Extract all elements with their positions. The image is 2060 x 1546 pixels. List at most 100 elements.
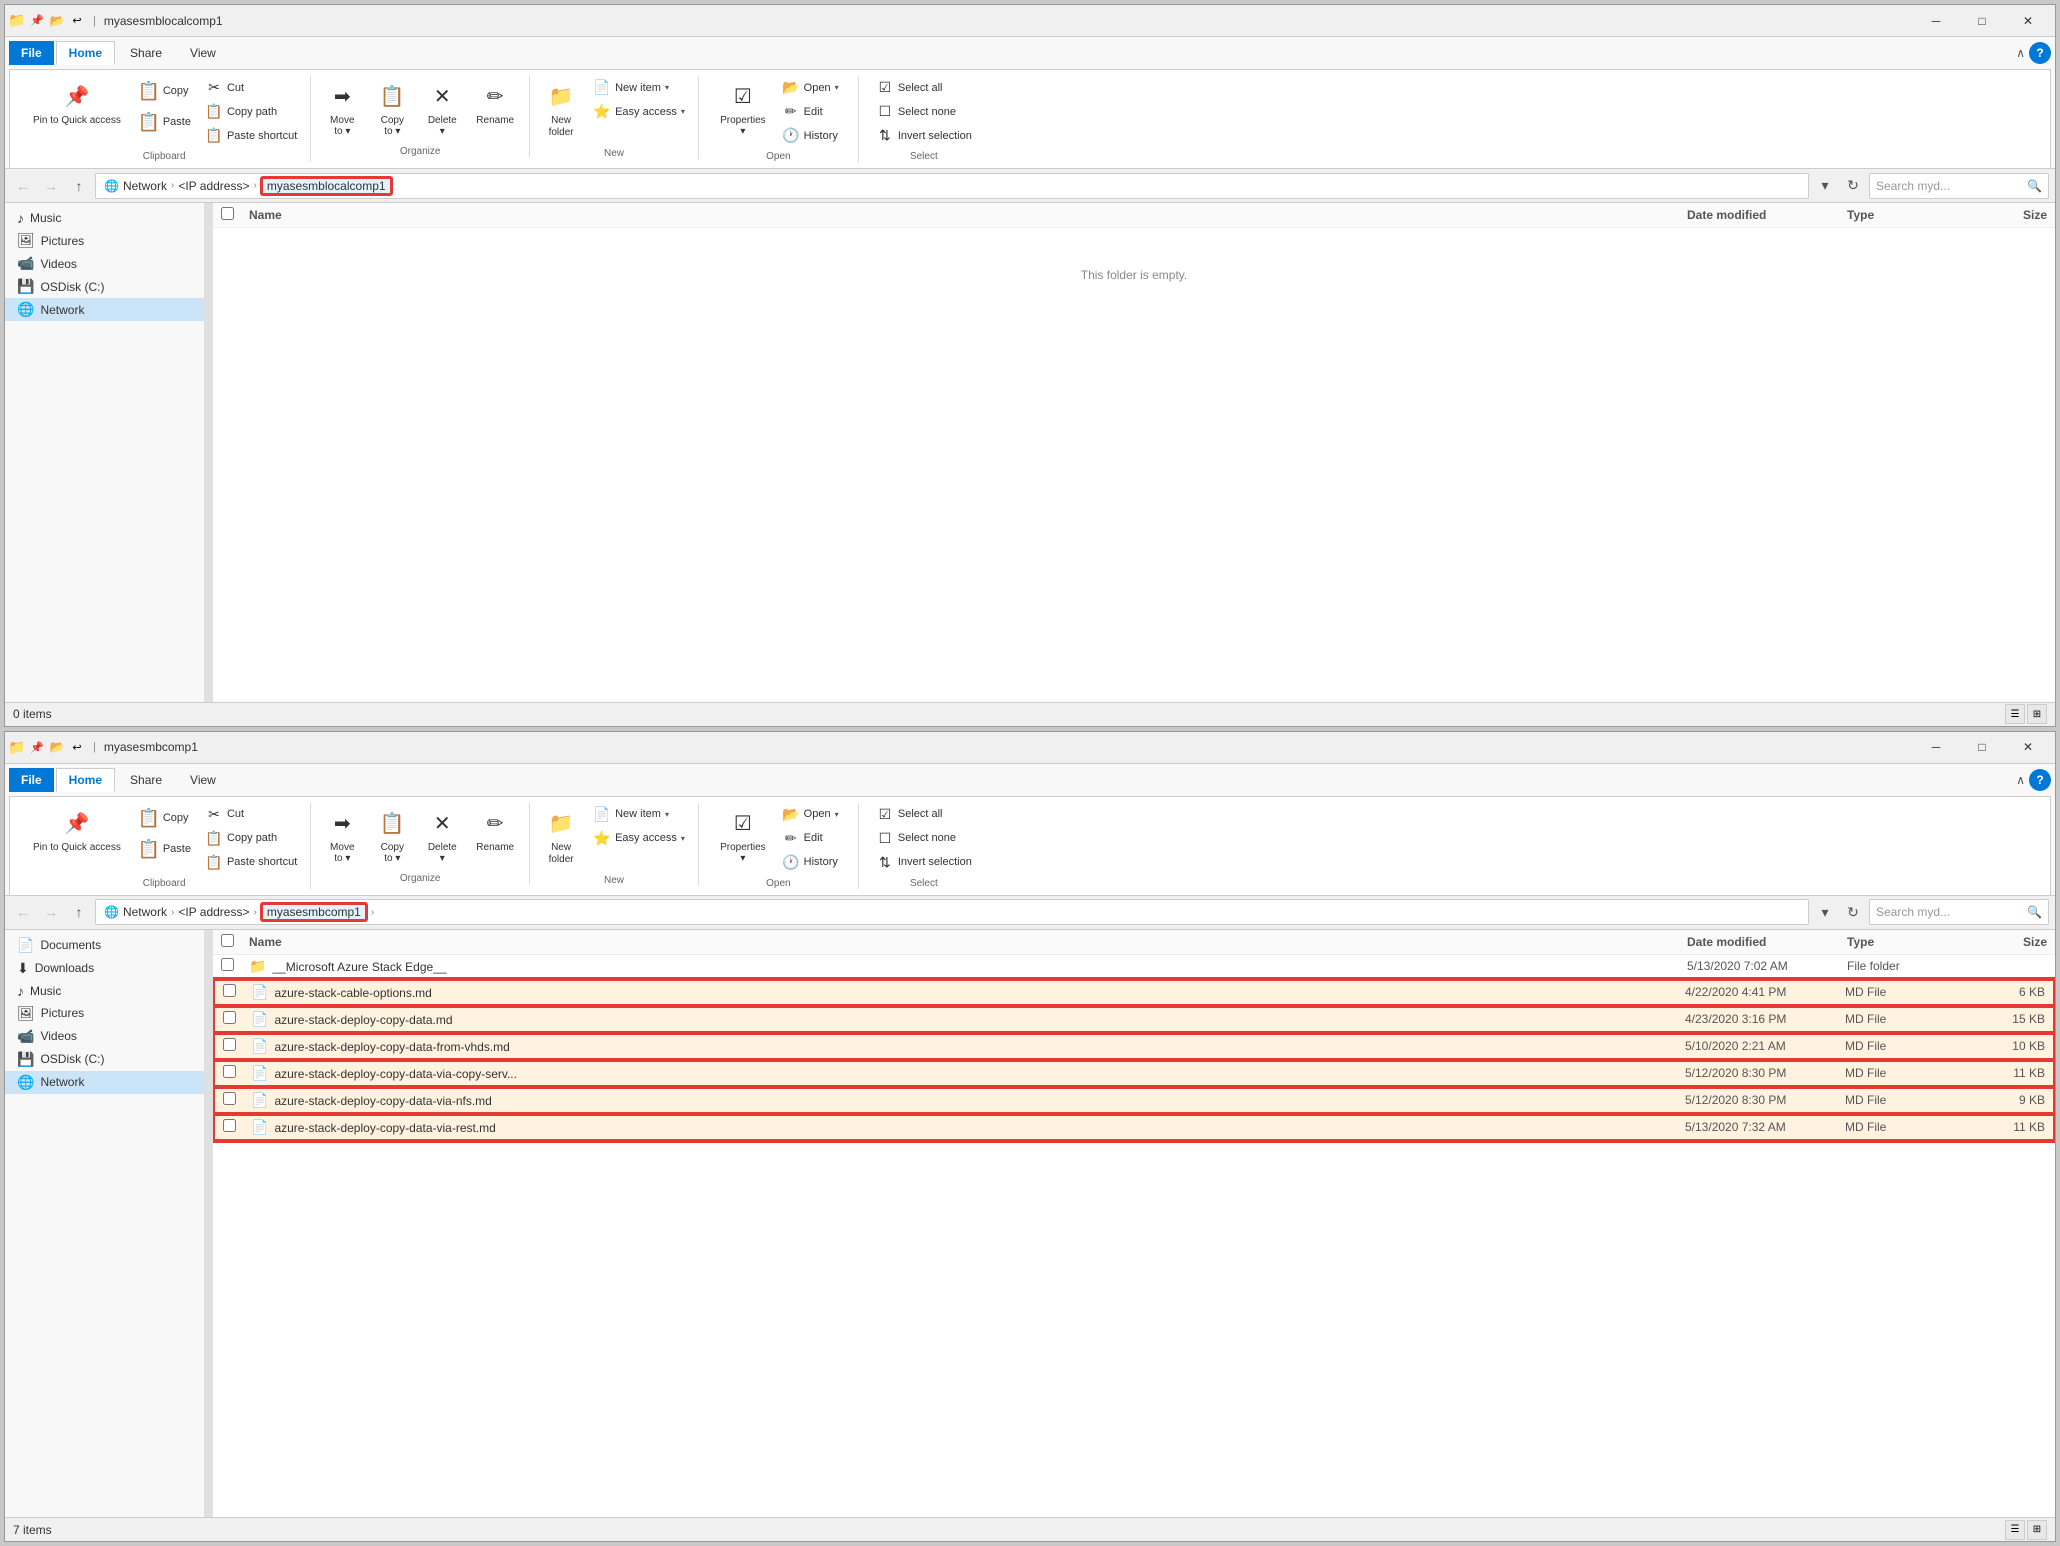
header-name-1[interactable]: Name xyxy=(249,208,1687,222)
up-button-1[interactable]: ↑ xyxy=(67,174,91,198)
pin-to-quick-button-2[interactable]: 📌 Pin to Quick access xyxy=(26,803,128,859)
sidebar-item-osdisk-1[interactable]: 💾 OSDisk (C:) xyxy=(5,275,204,298)
select-all-button-2[interactable]: ☑ Select all xyxy=(871,803,977,826)
maximize-button-1[interactable]: □ xyxy=(1959,5,2005,37)
header-date-2[interactable]: Date modified xyxy=(1687,935,1847,949)
tab-file-1[interactable]: File xyxy=(9,41,54,65)
back-button-1[interactable]: ← xyxy=(11,174,35,198)
view-details-button-2[interactable]: ☰ xyxy=(2005,1520,2025,1540)
pin-icon-2[interactable]: 📌 xyxy=(29,739,45,755)
row-check-4[interactable] xyxy=(223,1065,251,1081)
copy-path-button-2[interactable]: 📋 Copy path xyxy=(200,827,302,850)
table-row[interactable]: 📄azure-stack-deploy-copy-data-via-copy-s… xyxy=(213,1060,2055,1087)
sidebar-resize-2[interactable] xyxy=(205,930,213,1518)
search-box-1[interactable]: Search myd... 🔍 xyxy=(1869,173,2049,199)
forward-button-1[interactable]: → xyxy=(39,174,63,198)
cut-button-2[interactable]: ✂ Cut xyxy=(200,803,302,826)
maximize-button-2[interactable]: □ xyxy=(1959,731,2005,763)
easy-access-button-1[interactable]: ⭐ Easy access ▾ xyxy=(588,100,690,123)
dropdown-button-2[interactable]: ▾ xyxy=(1813,900,1837,924)
row-check-5[interactable] xyxy=(223,1092,251,1108)
easy-access-button-2[interactable]: ⭐ Easy access ▾ xyxy=(588,827,690,850)
sidebar-item-osdisk-2[interactable]: 💾 OSDisk (C:) xyxy=(5,1048,204,1071)
minimize-button-1[interactable]: ─ xyxy=(1913,5,1959,37)
delete-button-1[interactable]: ✕ Delete▾ xyxy=(419,76,465,142)
sidebar-item-videos-2[interactable]: 📹 Videos xyxy=(5,1025,204,1048)
properties-button-2[interactable]: ☑ Properties▾ xyxy=(713,803,773,869)
header-size-2[interactable]: Size xyxy=(1967,935,2047,949)
copy-to-button-2[interactable]: 📋 Copyto ▾ xyxy=(369,803,415,869)
pin-to-quick-button-1[interactable]: 📌 Pin to Quick access xyxy=(26,76,128,132)
tab-file-2[interactable]: File xyxy=(9,768,54,792)
table-row[interactable]: 📄azure-stack-deploy-copy-data-from-vhds.… xyxy=(213,1033,2055,1060)
row-check-1[interactable] xyxy=(223,984,251,1000)
history-button-2[interactable]: 🕐 History xyxy=(777,851,844,874)
dropdown-button-1[interactable]: ▾ xyxy=(1813,174,1837,198)
cut-button-1[interactable]: ✂ Cut xyxy=(200,76,302,99)
tab-view-1[interactable]: View xyxy=(177,41,229,65)
select-none-button-2[interactable]: ☐ Select none xyxy=(871,827,977,850)
refresh-button-1[interactable]: ↻ xyxy=(1841,174,1865,198)
history-button-1[interactable]: 🕐 History xyxy=(777,124,844,147)
header-check-2[interactable] xyxy=(221,934,249,950)
header-check-1[interactable] xyxy=(221,207,249,223)
table-row[interactable]: 📁__Microsoft Azure Stack Edge__ 5/13/202… xyxy=(213,955,2055,979)
path-share-2[interactable]: myasesmbcomp1 xyxy=(261,903,367,921)
sidebar-item-network-1[interactable]: 🌐 Network xyxy=(5,298,204,321)
collapse-arrow-icon-2[interactable]: ∧ xyxy=(2016,773,2025,787)
sidebar-item-music-1[interactable]: ♪ Music xyxy=(5,207,204,229)
collapse-arrow-icon-1[interactable]: ∧ xyxy=(2016,46,2025,60)
tab-share-2[interactable]: Share xyxy=(117,768,175,792)
paste-button-1[interactable]: 📋 Paste xyxy=(132,107,196,137)
view-large-button-2[interactable]: ⊞ xyxy=(2027,1520,2047,1540)
edit-button-2[interactable]: ✏ Edit xyxy=(777,827,844,850)
search-icon-2[interactable]: 🔍 xyxy=(2027,905,2042,919)
select-all-check-1[interactable] xyxy=(221,207,234,220)
view-large-button-1[interactable]: ⊞ xyxy=(2027,704,2047,724)
new-item-button-2[interactable]: 📄 New item ▾ xyxy=(588,803,690,826)
copy-path-button-1[interactable]: 📋 Copy path xyxy=(200,100,302,123)
row-check-3[interactable] xyxy=(223,1038,251,1054)
new-folder-button-1[interactable]: 📁 Newfolder xyxy=(538,76,584,144)
pin-icon-1[interactable]: 📌 xyxy=(29,13,45,29)
new-item-button-1[interactable]: 📄 New item ▾ xyxy=(588,76,690,99)
invert-selection-button-2[interactable]: ⇅ Invert selection xyxy=(871,851,977,874)
sidebar-item-network-2[interactable]: 🌐 Network xyxy=(5,1071,204,1094)
help-button-1[interactable]: ? xyxy=(2029,42,2051,64)
paste-button-2[interactable]: 📋 Paste xyxy=(132,834,196,864)
view-details-button-1[interactable]: ☰ xyxy=(2005,704,2025,724)
open-button-1[interactable]: 📂 Open ▾ xyxy=(777,76,844,99)
refresh-button-2[interactable]: ↻ xyxy=(1841,900,1865,924)
back-button-2[interactable]: ← xyxy=(11,900,35,924)
table-row[interactable]: 📄azure-stack-deploy-copy-data-via-rest.m… xyxy=(213,1114,2055,1141)
copy-button-1[interactable]: 📋 Copy xyxy=(132,76,196,106)
tab-view-2[interactable]: View xyxy=(177,768,229,792)
header-date-1[interactable]: Date modified xyxy=(1687,208,1847,222)
close-button-1[interactable]: ✕ xyxy=(2005,5,2051,37)
copy-button-2[interactable]: 📋 Copy xyxy=(132,803,196,833)
sidebar-item-downloads-2[interactable]: ⬇ Downloads xyxy=(5,957,204,980)
properties-button-1[interactable]: ☑ Properties▾ xyxy=(713,76,773,142)
undo-icon-2[interactable]: ↩ xyxy=(69,739,85,755)
sidebar-item-music-2[interactable]: ♪ Music xyxy=(5,980,204,1002)
tab-home-1[interactable]: Home xyxy=(56,41,115,65)
invert-selection-button-1[interactable]: ⇅ Invert selection xyxy=(871,124,977,147)
minimize-button-2[interactable]: ─ xyxy=(1913,731,1959,763)
up-button-2[interactable]: ↑ xyxy=(67,900,91,924)
select-none-button-1[interactable]: ☐ Select none xyxy=(871,100,977,123)
table-row[interactable]: 📄azure-stack-deploy-copy-data-via-nfs.md… xyxy=(213,1087,2055,1114)
forward-button-2[interactable]: → xyxy=(39,900,63,924)
delete-button-2[interactable]: ✕ Delete▾ xyxy=(419,803,465,869)
folder-icon-2[interactable]: 📂 xyxy=(49,739,65,755)
select-all-button-1[interactable]: ☑ Select all xyxy=(871,76,977,99)
copy-to-button-1[interactable]: 📋 Copyto ▾ xyxy=(369,76,415,142)
sidebar-item-pictures-2[interactable]: 🖼 Pictures xyxy=(5,1002,204,1025)
header-type-1[interactable]: Type xyxy=(1847,208,1967,222)
rename-button-2[interactable]: ✏ Rename xyxy=(469,803,521,858)
header-type-2[interactable]: Type xyxy=(1847,935,1967,949)
header-name-2[interactable]: Name xyxy=(249,935,1687,949)
row-check-2[interactable] xyxy=(223,1011,251,1027)
tab-home-2[interactable]: Home xyxy=(56,768,115,792)
row-check-0[interactable] xyxy=(221,958,249,974)
sidebar-item-documents-2[interactable]: 📄 Documents xyxy=(5,934,204,957)
